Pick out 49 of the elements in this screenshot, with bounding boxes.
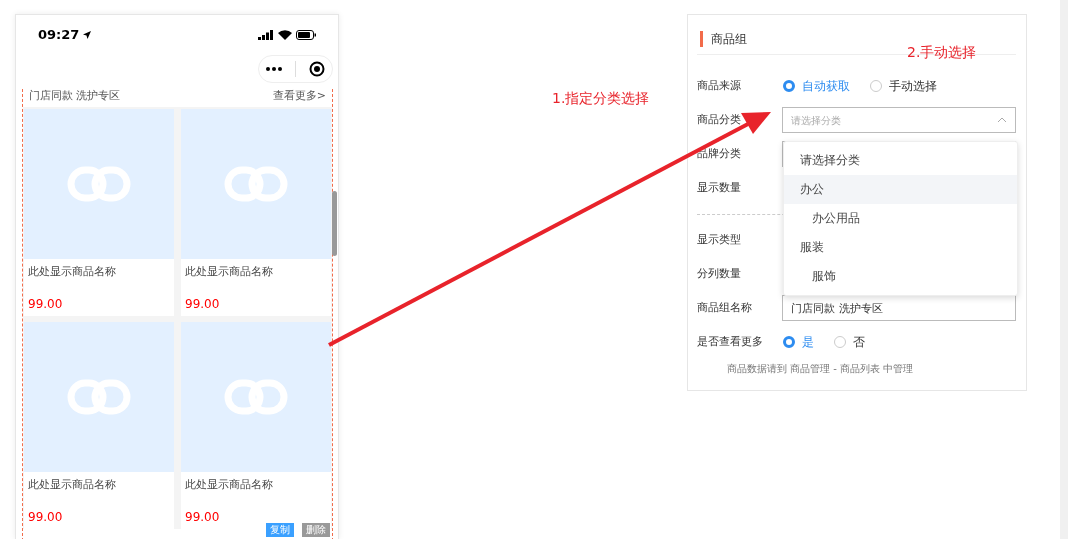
more-icon[interactable] <box>265 67 282 71</box>
product-price: 99.00 <box>27 509 64 526</box>
target-icon[interactable] <box>309 61 326 77</box>
field-label: 商品组名称 <box>697 299 753 316</box>
section-title: 门店同款 洗护专区 <box>29 89 121 104</box>
dropdown-option[interactable]: 服饰 <box>784 262 1017 291</box>
product-name: 此处显示商品名称 <box>27 477 117 493</box>
location-icon <box>83 31 92 39</box>
field-label: 商品分类 <box>697 111 742 128</box>
dropdown-option[interactable]: 请选择分类 <box>784 146 1017 175</box>
field-label: 显示类型 <box>697 231 742 248</box>
field-label: 显示数量 <box>697 179 742 196</box>
scrollbar[interactable] <box>332 191 337 256</box>
product-card[interactable]: 此处显示商品名称 99.00 <box>24 109 174 316</box>
product-price: 99.00 <box>27 296 64 313</box>
field-label: 分列数量 <box>697 265 742 282</box>
product-price: 99.00 <box>184 296 221 313</box>
link-icon <box>67 377 131 417</box>
radio-option[interactable]: 自动获取 <box>783 77 850 95</box>
status-time: 09:27 <box>38 26 80 45</box>
panel-title: 商品组 <box>711 30 747 48</box>
dropdown-option[interactable]: 办公 <box>784 175 1017 204</box>
title-bar-mark <box>700 30 703 47</box>
dropdown-option[interactable]: 服装 <box>784 233 1017 262</box>
radio-option[interactable]: 是 <box>783 333 814 351</box>
radio-option[interactable]: 否 <box>834 333 865 351</box>
link-icon <box>67 164 131 204</box>
wifi-icon <box>278 30 292 40</box>
text-field[interactable]: 门店同款 洗护专区 <box>782 295 1016 321</box>
field-label: 是否查看更多 <box>697 333 764 350</box>
more-link[interactable]: 查看更多> <box>272 89 326 107</box>
annotation-text: 2.手动选择 <box>907 43 977 62</box>
product-name: 此处显示商品名称 <box>27 264 117 280</box>
annotation-text: 1.指定分类选择 <box>552 89 650 108</box>
capsule-menu[interactable] <box>258 55 333 83</box>
radio-option[interactable]: 手动选择 <box>870 77 937 95</box>
help-text: 商品数据请到 商品管理 - 商品列表 中管理 <box>726 362 915 376</box>
product-name: 此处显示商品名称 <box>184 264 274 280</box>
dropdown-option[interactable]: 办公用品 <box>784 204 1017 233</box>
field-label: 商品来源 <box>697 77 742 94</box>
signal-icon <box>258 30 274 40</box>
caret-icon <box>997 117 1007 123</box>
product-name: 此处显示商品名称 <box>184 477 274 493</box>
link-icon <box>224 164 288 204</box>
product-card[interactable]: 此处显示商品名称 99.00 <box>181 109 331 316</box>
battery-icon <box>296 30 316 40</box>
product-price: 99.00 <box>184 509 221 526</box>
product-card[interactable]: 此处显示商品名称 99.00 <box>24 322 174 529</box>
link-icon <box>224 377 288 417</box>
